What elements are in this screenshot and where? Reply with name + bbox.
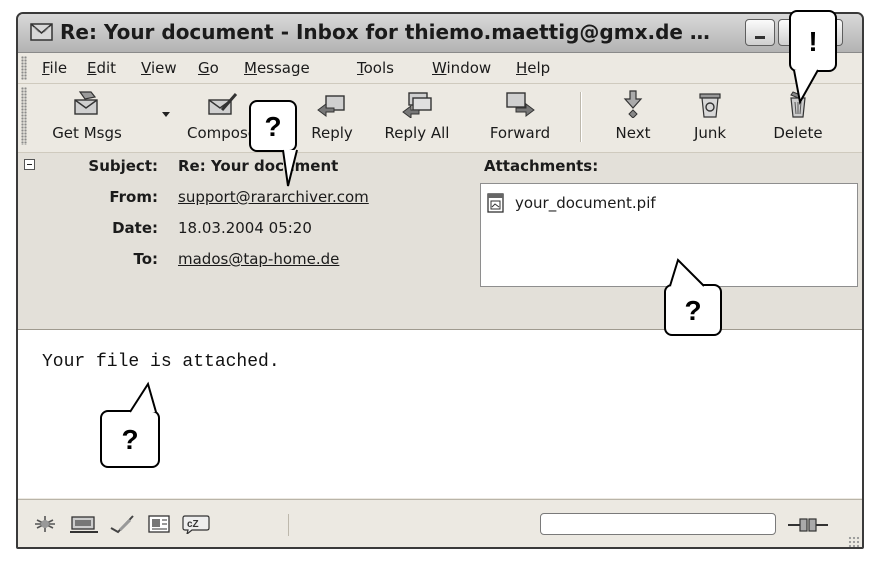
menu-bar: File Edit View Go Message Tools Window H… [18, 53, 862, 84]
to-link[interactable]: mados@tap-home.de [178, 250, 339, 268]
body-callout: ? [100, 410, 160, 468]
toolbar-grip[interactable] [21, 87, 27, 145]
menu-help[interactable]: Help [516, 59, 550, 77]
resize-grip[interactable] [848, 536, 860, 547]
menu-go[interactable]: Go [198, 59, 219, 77]
attachment-item[interactable]: your_document.pif [515, 194, 656, 212]
compose-callout: ? [249, 100, 297, 152]
app-icon [30, 23, 53, 41]
reply-all-label: Reply All [384, 124, 450, 142]
menu-tools[interactable]: Tools [357, 59, 394, 77]
message-body-text: Your file is attached. [42, 352, 280, 372]
body-callout-tail [129, 381, 157, 413]
get-msgs-button[interactable]: Get Msgs [40, 86, 134, 148]
offline-plug-icon[interactable] [788, 515, 828, 535]
subject-label: Subject: [88, 157, 158, 175]
forward-icon [506, 92, 535, 117]
attachment-callout-tail [669, 258, 705, 287]
reply-label: Reply [311, 124, 353, 142]
message-header: Subject: Re: Your document From: support… [18, 153, 862, 330]
online-status-icon[interactable] [32, 514, 58, 534]
delete-callout: ! [789, 10, 837, 72]
compose-callout-tail [282, 149, 298, 187]
reply-button[interactable]: Reply [302, 86, 362, 148]
main-toolbar: Get Msgs Compose Reply Reply All Forward… [18, 84, 862, 153]
mail-icon[interactable] [70, 514, 98, 534]
toolbar-separator [580, 92, 582, 142]
attachments-label: Attachments: [484, 157, 599, 175]
menu-view[interactable]: View [141, 59, 177, 77]
get-msgs-dropdown-icon[interactable] [162, 112, 170, 117]
menubar-grip[interactable] [21, 56, 27, 80]
delete-label: Delete [773, 124, 823, 142]
junk-icon [699, 93, 721, 118]
composer-icon[interactable] [108, 514, 136, 534]
forward-label: Forward [489, 124, 551, 142]
forward-button[interactable]: Forward [480, 86, 560, 148]
status-bar: cZ [18, 499, 862, 547]
attachment-callout: ? [664, 284, 722, 336]
next-arrow-icon [623, 90, 643, 118]
menu-window[interactable]: Window [432, 59, 491, 77]
menu-file[interactable]: File [42, 59, 67, 77]
junk-button[interactable]: Junk [680, 86, 740, 148]
compose-icon [208, 93, 238, 115]
svg-text:cZ: cZ [187, 519, 199, 530]
chatzilla-icon[interactable]: cZ [182, 514, 210, 534]
progress-meter [540, 513, 776, 535]
reply-all-icon [402, 92, 432, 118]
delete-callout-tail [793, 69, 819, 105]
from-label: From: [109, 188, 158, 206]
minimize-button[interactable] [745, 19, 775, 46]
menu-edit[interactable]: Edit [87, 59, 116, 77]
date-value: 18.03.2004 05:20 [178, 219, 312, 237]
mail-window: Re: Your document - Inbox for thiemo.mae… [16, 12, 864, 549]
to-label: To: [133, 250, 158, 268]
subject-value: Re: Your document [178, 157, 339, 175]
reply-all-button[interactable]: Reply All [374, 86, 460, 148]
pif-file-icon [487, 193, 504, 213]
collapse-toggle-icon[interactable] [24, 159, 35, 170]
title-bar[interactable]: Re: Your document - Inbox for thiemo.mae… [18, 14, 862, 53]
window-title: Re: Your document - Inbox for thiemo.mae… [60, 20, 710, 44]
status-text [288, 514, 529, 536]
get-msgs-icon [74, 91, 98, 115]
junk-label: Junk [693, 124, 727, 142]
address-book-icon[interactable] [146, 514, 172, 534]
date-label: Date: [112, 219, 158, 237]
from-link[interactable]: support@rararchiver.com [178, 188, 369, 206]
next-button[interactable]: Next [598, 86, 668, 148]
next-label: Next [615, 124, 651, 142]
reply-icon [317, 95, 345, 117]
get-msgs-label: Get Msgs [52, 124, 122, 142]
menu-message[interactable]: Message [244, 59, 310, 77]
